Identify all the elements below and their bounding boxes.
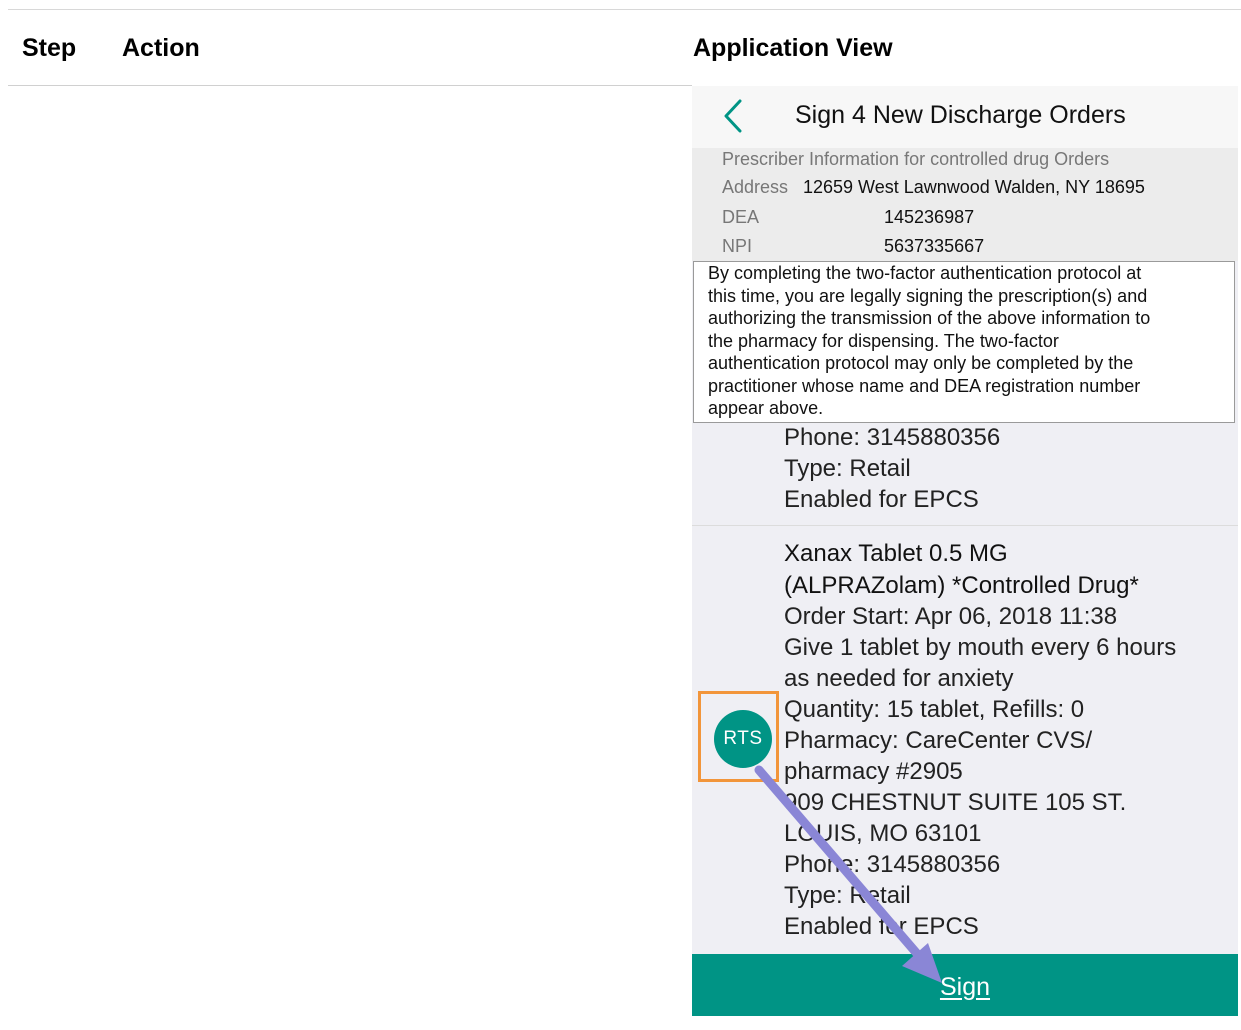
previous-order-type: Type: Retail [784, 455, 911, 482]
pharmacy-line2: pharmacy #2905 [784, 758, 963, 785]
pharmacy-address-line2: LOUIS, MO 63101 [784, 820, 982, 847]
dea-label: DEA [722, 207, 760, 227]
pharmacy-address-line1: 909 CHESTNUT SUITE 105 ST. [784, 789, 1127, 816]
pharmacy-epcs: Enabled for EPCS [784, 913, 979, 940]
address-value: 12659 West Lawnwood Walden, NY 18695 [803, 177, 1145, 197]
npi-label: NPI [722, 236, 753, 256]
dea-value: 145236987 [884, 207, 975, 227]
chevron-left-icon[interactable] [720, 96, 750, 136]
column-header-action: Action [122, 34, 200, 62]
legal-notice-text: By completing the two-factor authenticat… [708, 263, 1151, 418]
application-screenshot: Sign 4 New Discharge Orders Prescriber I… [692, 86, 1238, 1016]
prescriber-heading: Prescriber Information for controlled dr… [722, 149, 1110, 169]
sign-button[interactable]: Sign [692, 954, 1238, 1016]
pharmacy-phone: Phone: 3145880356 [784, 851, 1001, 878]
rts-badge[interactable]: RTS [714, 710, 772, 768]
quantity: Quantity: 15 tablet, Refills: 0 [784, 696, 1085, 723]
prescriber-info: Prescriber Information for controlled dr… [692, 148, 1238, 261]
sig-line1: Give 1 tablet by mouth every 6 hours [784, 634, 1177, 661]
column-header-application-view: Application View [693, 34, 893, 62]
order-start: Order Start: Apr 06, 2018 11:38 [784, 603, 1118, 630]
pharmacy-line1: Pharmacy: CareCenter CVS/ [784, 727, 1093, 754]
table-header-rule [8, 85, 692, 86]
order-divider [692, 525, 1238, 526]
npi-value: 5637335667 [884, 236, 985, 256]
column-header-step: Step [22, 34, 77, 62]
previous-order-phone: Phone: 3145880356 [784, 424, 1001, 451]
previous-order-epcs: Enabled for EPCS [784, 486, 979, 513]
drug-name-line1: Xanax Tablet 0.5 MG [784, 540, 1008, 567]
pharmacy-type: Type: Retail [784, 882, 911, 909]
page-title: Sign 4 New Discharge Orders [795, 101, 1126, 129]
navigation-bar: Sign 4 New Discharge Orders [692, 86, 1238, 148]
sig-line2: as needed for anxiety [784, 665, 1014, 692]
drug-name-line2: (ALPRAZolam) *Controlled Drug* [784, 572, 1139, 599]
orders-list[interactable]: Phone: 3145880356 Type: Retail Enabled f… [692, 424, 1238, 954]
table-top-rule [8, 9, 1241, 10]
sign-bar: Sign [692, 954, 1238, 1016]
address-label: Address [722, 177, 789, 197]
legal-notice: By completing the two-factor authenticat… [693, 261, 1235, 423]
